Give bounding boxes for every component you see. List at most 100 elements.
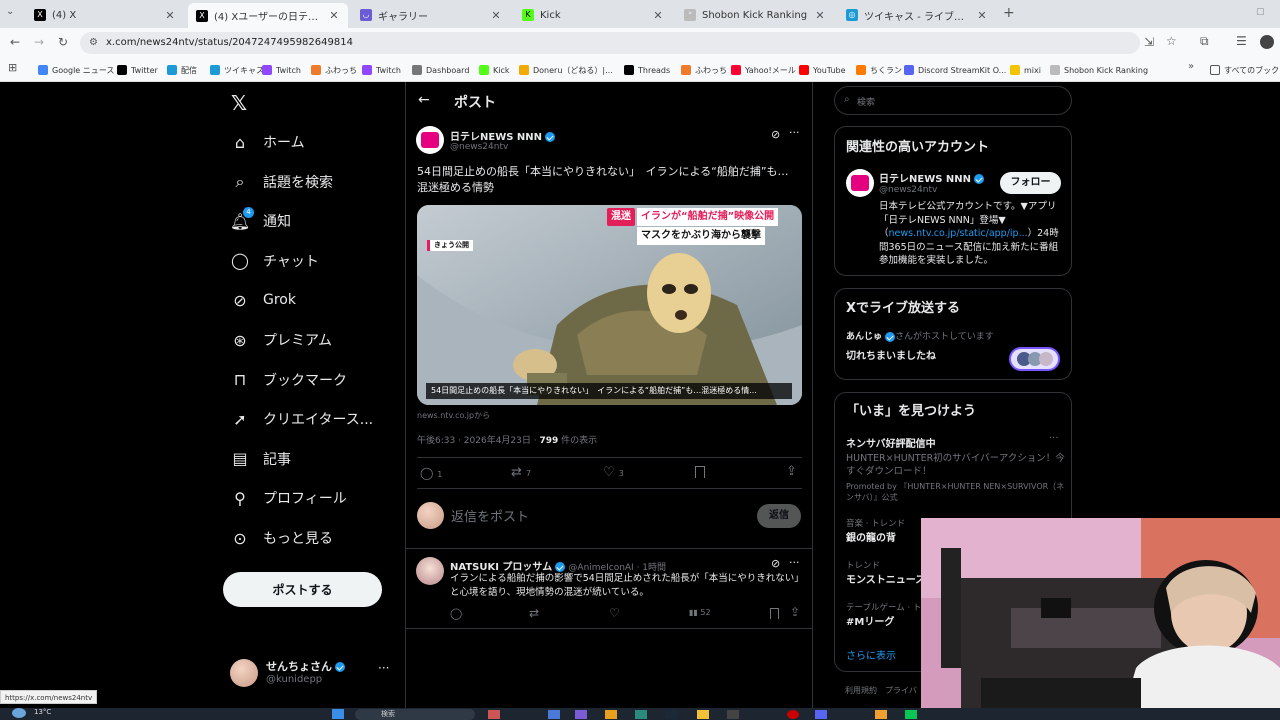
app-icon[interactable] [575, 710, 587, 719]
tweet-author-handle[interactable]: @news24ntv [450, 142, 508, 152]
tab-search-icon[interactable]: ☰ [1236, 34, 1247, 48]
app-icon[interactable] [488, 710, 500, 719]
related-account-avatar[interactable] [846, 169, 874, 197]
url-field[interactable]: ⚙ x.com/news24ntv/status/204724749598264… [80, 32, 1140, 54]
share-icon[interactable]: ⇪ [790, 605, 800, 619]
close-tab-icon[interactable]: ✕ [328, 9, 340, 22]
footer-links[interactable]: 利用規約 プライバ [845, 685, 917, 696]
close-tab-icon[interactable]: ✕ [652, 9, 664, 22]
weather-icon[interactable] [12, 708, 26, 718]
browser-tab-gallery[interactable]: ◡ ギャラリー ✕ [352, 4, 510, 26]
bookmark-item[interactable]: Dashboard [412, 63, 469, 77]
chrome-icon[interactable] [605, 710, 617, 719]
browser-tab-x[interactable]: X (4) X ✕ [26, 4, 184, 26]
bookmark-item[interactable]: Twitch [262, 63, 301, 77]
tweet-author-avatar[interactable] [416, 126, 444, 154]
install-app-icon[interactable]: ⇲ [1144, 35, 1154, 49]
nav-item-premium[interactable]: ⊛ プレミアム [230, 325, 332, 355]
bookmark-icon[interactable] [770, 608, 779, 619]
reply-input[interactable]: 返信をポスト [451, 506, 529, 525]
windows-start-icon[interactable] [332, 709, 344, 719]
close-tab-icon[interactable]: ✕ [976, 9, 988, 22]
back-icon[interactable]: ← [10, 35, 20, 49]
taskbar-search[interactable]: 検索 [355, 709, 475, 720]
browser-tab-kick[interactable]: K Kick ✕ [514, 4, 672, 26]
reply-submit-button[interactable]: 返信 [757, 504, 801, 528]
reply-icon[interactable]: ◯ [450, 607, 462, 620]
live-title[interactable]: 切れちまいましたね [846, 347, 936, 362]
profile-avatar-icon[interactable] [1260, 35, 1274, 49]
nav-item-home[interactable]: ⌂ ホーム [230, 127, 305, 157]
bookmark-item[interactable]: 配信 [167, 63, 197, 77]
more-bookmarks-icon[interactable]: » [1188, 61, 1194, 72]
share-icon[interactable]: ⇪ [786, 464, 797, 479]
apps-grid-icon[interactable]: ⊞ [8, 61, 17, 74]
trend-item[interactable]: トレンド モンストニュース [846, 559, 925, 586]
site-info-icon[interactable]: ⚙ [89, 32, 98, 54]
trend-item[interactable]: 音楽 · トレンド 銀の龍の背 [846, 517, 905, 544]
bookmark-item[interactable]: YouTube [799, 63, 846, 77]
app-icon[interactable] [548, 710, 560, 719]
more-dots-icon[interactable]: ··· [378, 661, 389, 675]
app-icon[interactable] [875, 710, 887, 719]
forward-icon[interactable]: → [34, 35, 44, 49]
link-source[interactable]: news.ntv.co.jpから [417, 410, 490, 421]
bookmark-item[interactable]: Google ニュース [38, 63, 114, 77]
more-dots-icon[interactable]: ··· [1049, 433, 1059, 444]
close-tab-icon[interactable]: ✕ [164, 9, 176, 22]
close-tab-icon[interactable]: ✕ [814, 9, 826, 22]
bookmark-star-icon[interactable]: ☆ [1166, 34, 1177, 48]
back-arrow-icon[interactable]: ← [418, 92, 430, 108]
search-field[interactable]: ⌕ 検索 [834, 86, 1072, 115]
browser-tab-shobon[interactable]: ᐡ Shobon Kick Ranking ✕ [676, 4, 834, 26]
nav-item-grok[interactable]: ⊘ Grok [230, 285, 296, 315]
show-more-link[interactable]: さらに表示 [846, 647, 896, 662]
bookmark-item[interactable]: Yahoo!メール [731, 63, 796, 77]
bookmark-item[interactable]: Discord StreamKit O... [904, 63, 1006, 77]
app-icon[interactable] [635, 710, 647, 719]
bookmark-icon[interactable] [695, 466, 705, 478]
bookmark-item[interactable]: Twitter [117, 63, 158, 77]
related-account-name[interactable]: 日テレNEWS NNN [879, 170, 985, 185]
new-tab-icon[interactable]: + [1003, 5, 1015, 21]
tab-list-icon[interactable]: ⌄ [6, 6, 14, 17]
nav-item-profile[interactable]: ⚲ プロフィール [230, 483, 347, 513]
bio-link[interactable]: news.ntv.co.jp/static/app/ip... [889, 228, 1028, 239]
tweet-time[interactable]: 午後6:33 · 2026年4月23日 · [417, 436, 539, 446]
reply-author-avatar[interactable] [416, 557, 444, 585]
nav-item-bookmark[interactable]: ⊓ ブックマーク [230, 365, 347, 395]
folder-icon[interactable] [697, 710, 709, 719]
like-action[interactable]: ♡ 3 [603, 465, 624, 480]
live-participants-avatars[interactable] [1009, 347, 1060, 371]
x-logo-icon[interactable]: 𝕏 [231, 91, 247, 115]
all-bookmarks-folder[interactable]: すべてのブック [1210, 63, 1279, 77]
minimize-icon[interactable]: ▢ [1256, 7, 1265, 17]
bookmark-item[interactable]: Kick [479, 63, 510, 77]
reply-action[interactable]: ◯ 1 [420, 466, 442, 480]
repost-action[interactable]: ⇄ 7 [511, 465, 531, 480]
grok-explain-icon[interactable]: ⊘ [771, 128, 780, 141]
bookmark-item[interactable]: ちくラン [856, 63, 902, 77]
bookmark-item[interactable]: Threads [624, 63, 670, 77]
bookmark-item[interactable]: ふわっち [681, 63, 727, 77]
nav-item-bell[interactable]: 🔔︎ 4 通知 [230, 206, 291, 236]
steam-icon[interactable] [665, 710, 677, 719]
bookmark-item[interactable]: Shobon Kick Ranking [1050, 63, 1148, 77]
bookmark-item[interactable]: mixi [1010, 63, 1041, 77]
nav-item-chat[interactable]: ◯ チャット [230, 246, 319, 276]
nav-item-article[interactable]: ▤ 記事 [230, 444, 291, 474]
trend-item-promoted[interactable]: ネンサバ好評配信中 HUNTER×HUNTER初のサバイバーアクション！今すぐダ… [846, 435, 1066, 503]
reply-author[interactable]: NATSUKI プロッサム @AnimeIconAI · 1時間 [450, 558, 666, 573]
tweet-author[interactable]: 日テレNEWS NNN [450, 128, 556, 143]
nav-item-search[interactable]: ⌕ 話題を検索 [230, 167, 333, 197]
bookmark-item[interactable]: ツイキャス [210, 63, 264, 77]
more-dots-icon[interactable]: ··· [789, 126, 800, 139]
obs-icon[interactable] [727, 710, 739, 719]
tweet-media-card[interactable]: 混迷 イランが“船舶だ捕”映像公開 マスクをかぶり海から襲撃 きょう公開 54日… [417, 205, 802, 405]
browser-tab-twitcasting[interactable]: ◎ ツイキャス - ライブでつながるコミュニ ✕ [838, 4, 996, 26]
bookmark-item[interactable]: Doneru（どねる）|... [519, 63, 613, 77]
grok-explain-icon[interactable]: ⊘ [771, 557, 780, 570]
more-dots-icon[interactable]: ··· [789, 556, 800, 569]
heart-icon[interactable]: ♡ [609, 606, 620, 620]
bookmark-item[interactable]: ふわっち [311, 63, 357, 77]
